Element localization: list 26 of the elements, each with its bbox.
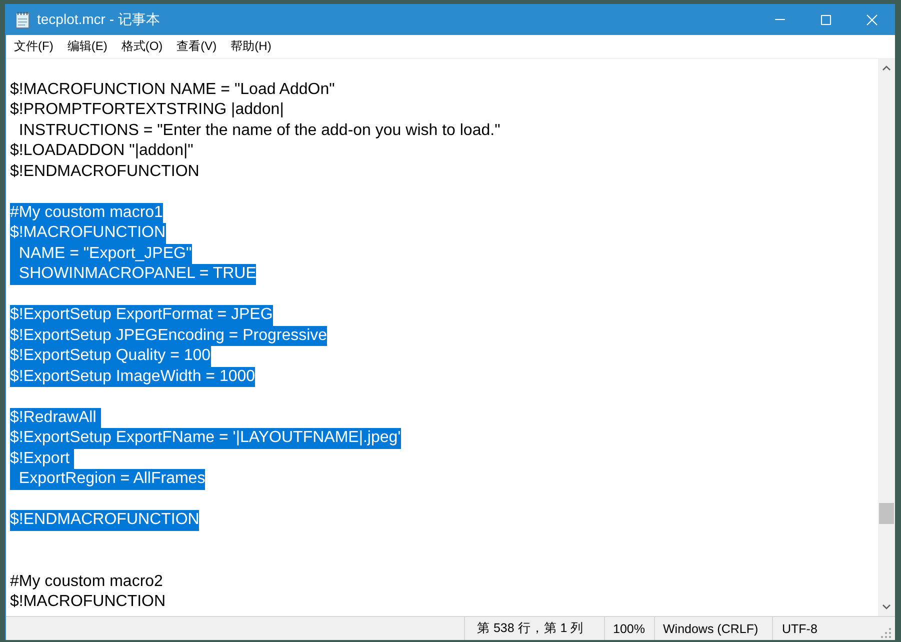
code-line: $!ENDMACROFUNCTION [10,162,200,182]
scrollbar[interactable] [878,59,895,616]
menu-item[interactable]: 帮助(H) [226,38,280,55]
status-text: Windows (CRLF) [654,617,772,640]
menu-item[interactable]: 文件(F) [10,38,62,55]
code-line: INSTRUCTIONS = "Enter the name of the add-on you wish to load." [18,120,500,140]
window-title: tecplot.mcr - 记事本 [37,10,161,28]
maximize-icon [820,14,832,26]
code-line: $!MACROFUNCTION NAME = "Load AddOn" [10,80,335,100]
scroll-down-icon [882,604,891,610]
menu-item[interactable]: 格式(O) [117,38,171,55]
code-line: #My coustom macro2 [10,572,163,592]
scroll-thumb[interactable] [879,503,894,524]
menu-item[interactable]: 编辑(E) [63,38,116,55]
status-text: UTF-8 [772,617,880,640]
code-line: $!MACROFUNCTION [10,592,166,612]
menu-item[interactable]: 查看(V) [172,38,225,55]
status-text: 100% [604,617,654,640]
notepad-icon [15,10,31,28]
resize-grip-icon[interactable] [880,626,892,638]
code-line: $!PROMPTFORTEXTSTRING |addon| [10,100,284,120]
close-icon [866,14,878,26]
scroll-up-icon [882,65,891,71]
minimize-icon [775,19,785,20]
code-line: $!LOADADDON "|addon|" [10,141,194,161]
status-text: 第 538 行，第 1 列 [464,617,604,640]
